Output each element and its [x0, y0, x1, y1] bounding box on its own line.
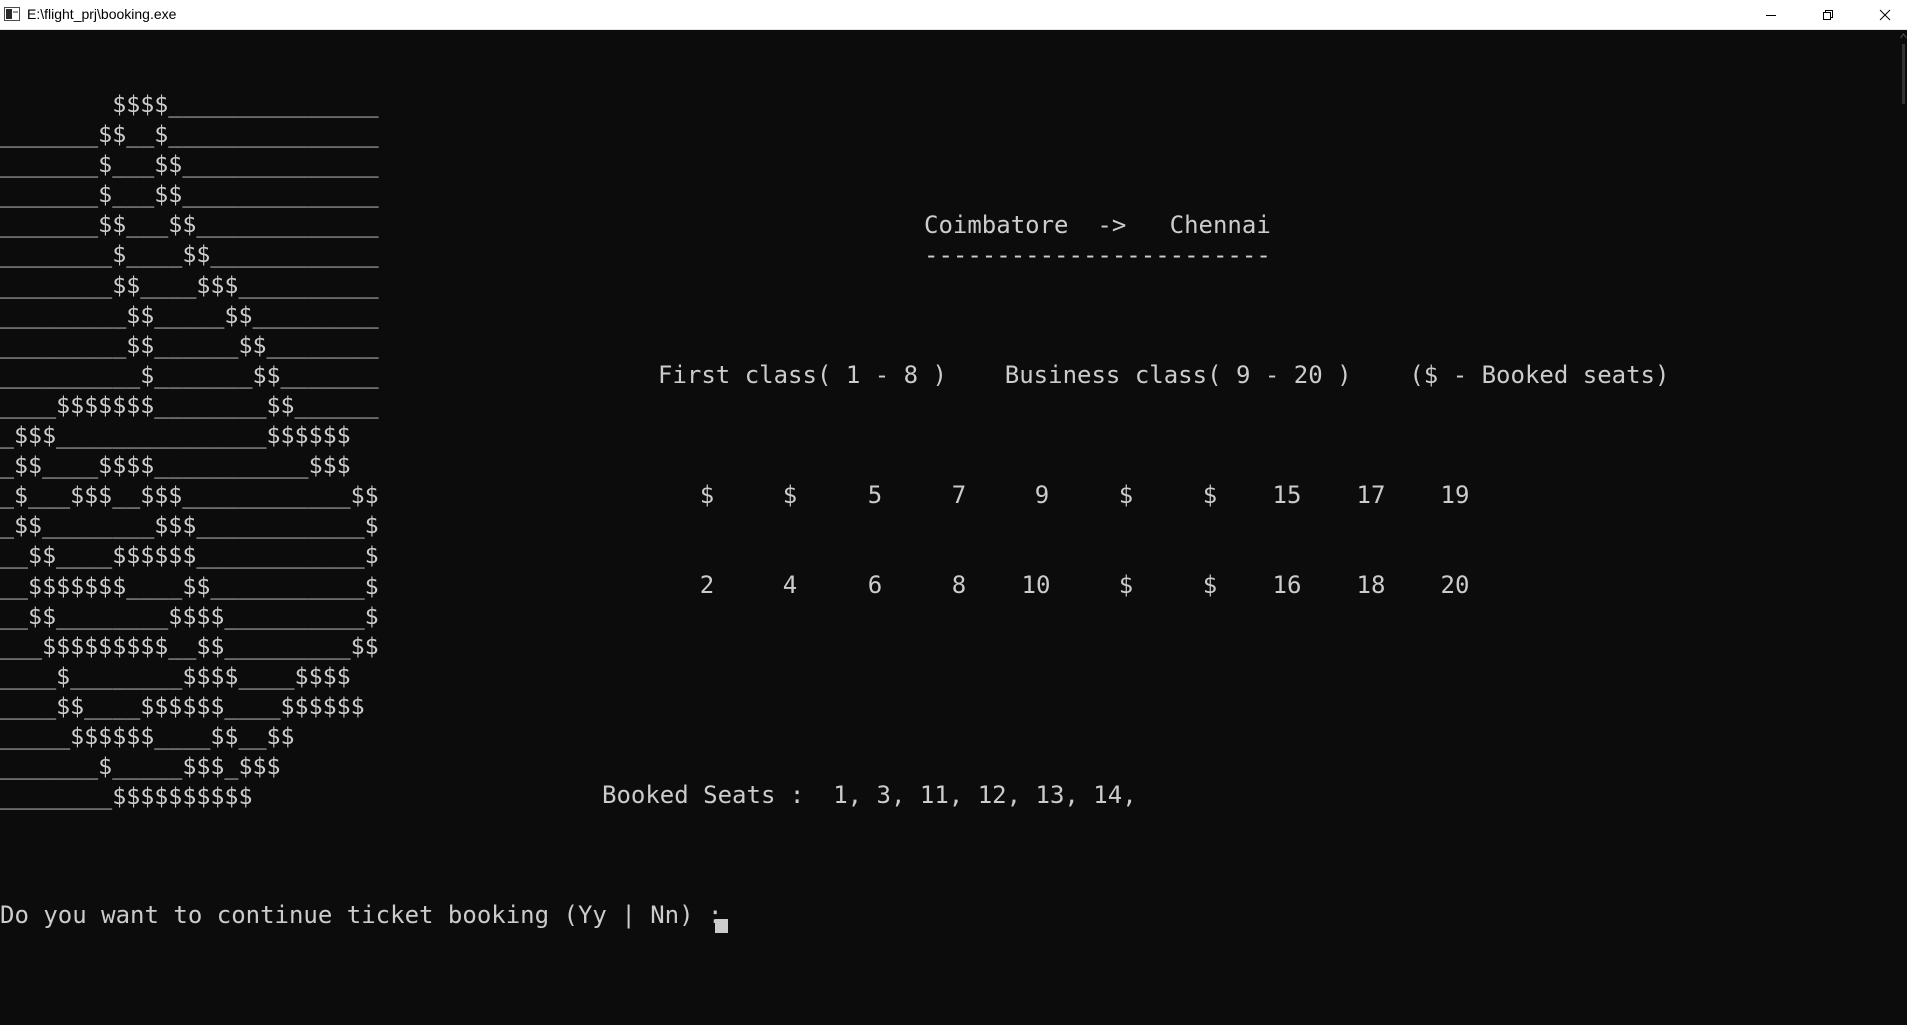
seat-cell: 5 — [867, 481, 883, 509]
window-titlebar[interactable]: E:\flight_prj\booking.exe — [0, 0, 1907, 30]
airplane-ascii-art: $$$$_______________ _______$$__$________… — [0, 91, 379, 811]
console-output: $$$$_______________ _______$$__$________… — [0, 30, 1900, 1025]
seat-cell: 19 — [1440, 481, 1470, 509]
seat-cell: 2 — [699, 571, 715, 599]
continue-booking-prompt: Do you want to continue ticket booking (… — [0, 901, 723, 929]
seat-cell: $ — [1202, 571, 1218, 599]
seat-cell: 16 — [1272, 571, 1302, 599]
route-heading: Coimbatore -> Chennai — [924, 211, 1271, 239]
booked-seats-label: Booked Seats : — [602, 781, 805, 809]
seat-cell: $ — [782, 481, 798, 509]
seat-cell: 4 — [782, 571, 798, 599]
seat-class-legend: First class( 1 - 8 ) Business class( 9 -… — [658, 361, 1670, 389]
seat-cell: 7 — [951, 481, 967, 509]
close-button[interactable] — [1862, 0, 1907, 29]
console-app-icon — [4, 7, 20, 21]
seat-cell: 6 — [867, 571, 883, 599]
seat-cell: $ — [1118, 571, 1134, 599]
minimize-button[interactable] — [1748, 0, 1794, 29]
seat-cell: 18 — [1356, 571, 1386, 599]
seat-cell: 17 — [1356, 481, 1386, 509]
seat-cell: 10 — [1021, 571, 1051, 599]
route-underline: ------------------------ — [924, 241, 1271, 269]
vertical-scrollbar[interactable] — [1900, 30, 1907, 1025]
seat-row-odd: $ $ 5 7 9 $ $ 15 17 19 — [658, 480, 1558, 510]
close-icon — [1879, 9, 1891, 20]
window-title: E:\flight_prj\booking.exe — [27, 6, 177, 22]
seat-row-even: 2 4 6 8 10 $ $ 16 18 20 — [658, 570, 1558, 600]
seat-cell: $ — [1118, 481, 1134, 509]
restore-icon — [1823, 9, 1833, 20]
booked-seats-values: 1, 3, 11, 12, 13, 14, — [833, 781, 1137, 809]
text-cursor[interactable] — [715, 919, 728, 933]
seat-cell: 15 — [1272, 481, 1302, 509]
scrollbar-thumb[interactable] — [1902, 44, 1905, 104]
restore-button[interactable] — [1805, 0, 1851, 29]
scroll-up-arrow-icon[interactable] — [1900, 32, 1907, 40]
minimize-icon — [1766, 14, 1776, 16]
seat-cell: 9 — [1034, 481, 1050, 509]
booked-seats-line: Booked Seats : 1, 3, 11, 12, 13, 14, — [602, 780, 1137, 810]
seat-cell: $ — [699, 481, 715, 509]
seat-cell: 8 — [951, 571, 967, 599]
seat-cell: 20 — [1440, 571, 1470, 599]
seat-cell: $ — [1202, 481, 1218, 509]
